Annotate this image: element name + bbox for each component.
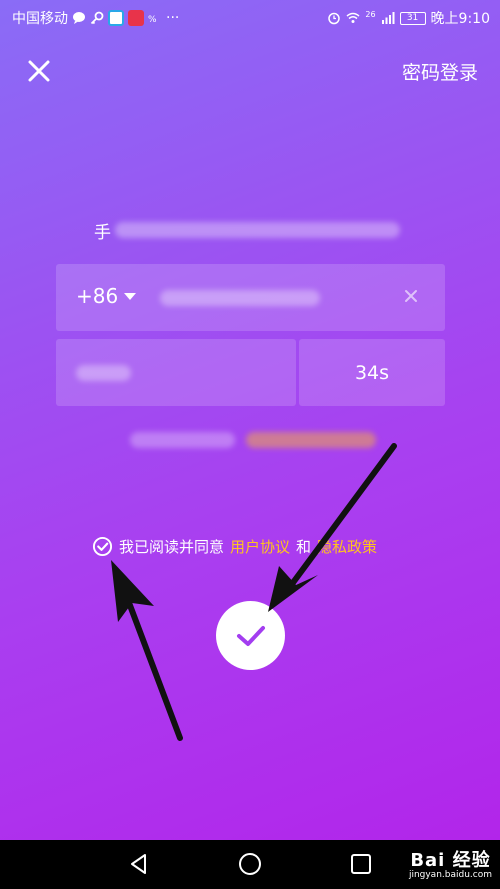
key-icon <box>90 11 104 25</box>
blurred-subtitle-text <box>115 222 400 238</box>
help-link-blurred[interactable] <box>130 432 380 452</box>
clock-label: 晚上9:10 <box>430 11 490 27</box>
user-agreement-link[interactable]: 用户协议 <box>230 536 290 557</box>
agreement-row: 我已阅读并同意 用户协议 和 隐私政策 <box>92 536 377 557</box>
phone-number-value-blurred <box>160 290 320 306</box>
subtitle-visible-char: 手 <box>94 222 111 243</box>
svg-text:%: % <box>148 15 157 25</box>
country-code-selector[interactable]: +86 <box>76 284 137 308</box>
arrow-to-checkbox <box>111 560 183 741</box>
login-screen: 中国移动 % ··· 26 31 晚上9:10 密码登录 手 +86 34s 我… <box>0 0 500 840</box>
resend-countdown-button[interactable]: 34s <box>299 339 445 406</box>
watermark-main: Bai 经验 <box>410 850 491 871</box>
login-subtitle: 手 <box>94 218 414 243</box>
phone-number-field[interactable]: +86 <box>56 264 445 331</box>
annotation-arrows <box>111 443 397 741</box>
app-notification-icon <box>108 10 124 26</box>
help-text-blurred <box>130 432 235 448</box>
home-icon[interactable] <box>238 852 262 876</box>
privacy-policy-link[interactable]: 隐私政策 <box>317 536 377 557</box>
password-login-button[interactable]: 密码登录 <box>402 58 478 85</box>
system-nav-bar: Bai 经验 jingyan.baidu.com <box>0 840 500 889</box>
caret-down-icon <box>124 292 137 300</box>
chat-bubble-icon <box>73 12 85 24</box>
wifi-icon <box>346 12 360 23</box>
more-notifications-icon: ··· <box>166 10 180 26</box>
back-icon[interactable] <box>127 852 151 876</box>
signal-icon <box>381 12 395 24</box>
battery-indicator: 31 <box>399 11 426 25</box>
status-left: 中国移动 % ··· <box>12 8 179 28</box>
carrier-label: 中国移动 <box>12 11 68 27</box>
status-bar: 中国移动 % ··· 26 31 晚上9:10 <box>0 0 500 34</box>
clear-input-icon[interactable] <box>403 288 419 304</box>
network-type-label: 26 <box>365 9 376 19</box>
verification-code-field[interactable] <box>56 339 296 406</box>
verification-code-value-blurred <box>76 365 131 381</box>
status-right: 26 31 晚上9:10 <box>327 8 490 28</box>
baidu-watermark: Bai 经验 jingyan.baidu.com <box>409 846 492 880</box>
agreement-prefix: 我已阅读并同意 <box>119 538 225 556</box>
help-link-text-blurred <box>246 432 377 448</box>
alarm-icon <box>328 12 341 25</box>
watermark-sub: jingyan.baidu.com <box>408 870 492 880</box>
check-icon <box>236 625 265 646</box>
close-icon[interactable] <box>24 56 54 86</box>
recents-icon[interactable] <box>349 852 373 876</box>
country-code-label: +86 <box>76 284 119 308</box>
submit-login-button[interactable] <box>216 601 285 670</box>
brand-app-icon: % <box>148 15 157 25</box>
agreement-conjunction: 和 <box>296 538 312 556</box>
video-app-icon <box>128 10 144 26</box>
agreement-checkbox-icon[interactable] <box>92 536 113 557</box>
arrow-to-submit <box>268 443 397 612</box>
